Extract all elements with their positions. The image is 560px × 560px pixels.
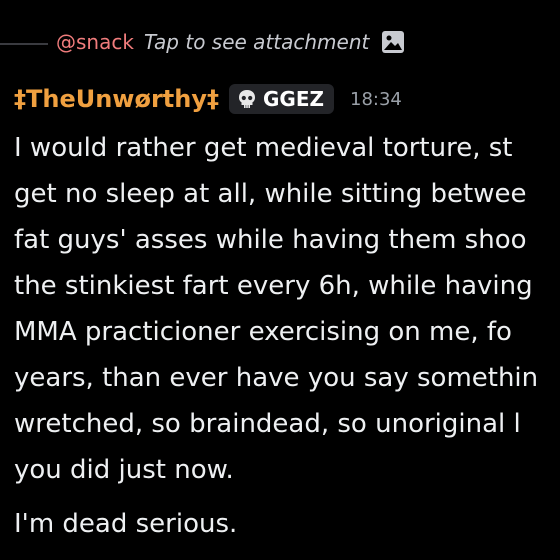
- clan-tag-badge[interactable]: GGEZ: [229, 84, 335, 114]
- message-line: MMA practicioner exercising on me, fo: [14, 317, 512, 347]
- reply-connector-line: [0, 43, 48, 45]
- message-line: the stinkiest fart every 6h, while havin…: [14, 271, 533, 301]
- followup-message: I'm dead serious.: [14, 509, 238, 539]
- message-line: I would rather get medieval torture, st: [14, 133, 513, 163]
- message-body: I would rather get medieval torture, st …: [14, 125, 560, 493]
- reply-attachment-text[interactable]: Tap to see attachment: [144, 30, 369, 54]
- reply-mention[interactable]: @snack: [56, 30, 134, 54]
- skull-icon: [239, 90, 256, 108]
- image-icon: [382, 31, 405, 53]
- message-line: you did just now.: [14, 455, 234, 485]
- message-header: ‡TheUnwørthy‡ GGEZ 18:34: [14, 84, 402, 114]
- reply-preview[interactable]: @snack Tap to see attachment: [56, 30, 405, 54]
- message-line: years, than ever have you say somethin: [14, 363, 539, 393]
- message-line: wretched, so braindead, so unoriginal l: [14, 409, 521, 439]
- username[interactable]: ‡TheUnwørthy‡: [14, 85, 219, 113]
- message-line: fat guys' asses while having them shoo: [14, 225, 527, 255]
- message-timestamp: 18:34: [350, 88, 402, 110]
- message-line: get no sleep at all, while sitting betwe…: [14, 179, 527, 209]
- clan-tag-label: GGEZ: [263, 87, 325, 111]
